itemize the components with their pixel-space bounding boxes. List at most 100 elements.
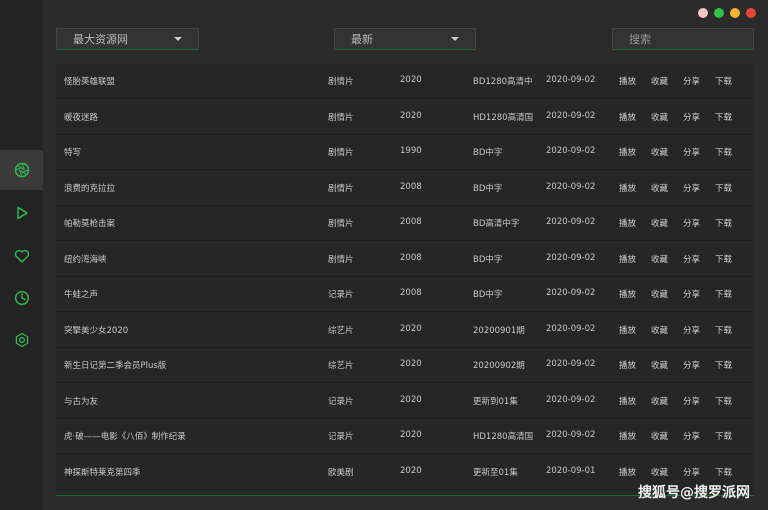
sidebar-item-favorites[interactable] — [0, 236, 43, 276]
download-button[interactable]: 下载 — [715, 253, 732, 265]
play-button[interactable]: 播放 — [619, 324, 636, 336]
favorite-button[interactable]: 收藏 — [651, 359, 668, 371]
table-row[interactable]: 暖夜迷路 剧情片 2020 HD1280高清国 2020-09-02 播放 收藏 分享 下载 — [56, 100, 754, 135]
window-dot-yellow[interactable] — [730, 8, 740, 18]
row-type: 剧情片 — [328, 77, 354, 87]
play-button[interactable]: 播放 — [619, 146, 636, 158]
download-button[interactable]: 下载 — [715, 75, 732, 87]
row-title: 特写 — [64, 148, 82, 158]
row-year: 2008 — [400, 181, 422, 192]
row-year: 2008 — [400, 217, 422, 227]
play-button[interactable]: 播放 — [619, 288, 636, 300]
play-button[interactable]: 播放 — [619, 111, 636, 123]
table-row[interactable]: 浪费的克拉拉 剧情片 2008 BD中字 2020-09-02 播放 收藏 分享 下载 — [56, 171, 754, 206]
sidebar-item-play[interactable] — [0, 193, 43, 233]
share-button[interactable]: 分享 — [683, 182, 700, 194]
table-row[interactable]: 新生日记第二季会员Plus版 综艺片 2020 20200902期 2020-09-02… — [56, 348, 754, 383]
download-button[interactable]: 下载 — [715, 182, 732, 194]
favorite-button[interactable]: 收藏 — [651, 430, 668, 442]
favorite-button[interactable]: 收藏 — [651, 395, 668, 407]
play-button[interactable]: 播放 — [619, 359, 636, 371]
sidebar-item-settings[interactable] — [0, 320, 43, 360]
share-button[interactable]: 分享 — [683, 466, 700, 478]
play-button[interactable]: 播放 — [619, 182, 636, 194]
share-button[interactable]: 分享 — [683, 111, 700, 123]
play-button[interactable]: 播放 — [619, 217, 636, 229]
favorite-button[interactable]: 收藏 — [651, 253, 668, 265]
row-title: 虎·破——电影《八佰》制作纪录 — [64, 432, 186, 442]
clock-icon — [14, 290, 29, 306]
row-quality: BD中字 — [473, 148, 503, 158]
row-date: 2020-09-02 — [546, 217, 596, 227]
row-title: 神探斯特莱克第四季 — [64, 467, 141, 478]
heart-icon — [14, 249, 29, 263]
gear-icon — [15, 332, 28, 348]
row-title: 与古为友 — [64, 396, 99, 407]
share-button[interactable]: 分享 — [683, 395, 700, 407]
table-row[interactable]: 怪胎英雄联盟 剧情片 2020 BD1280高清中 2020-09-02 播放 收藏 分享 下载 — [56, 64, 754, 99]
favorite-button[interactable]: 收藏 — [651, 182, 668, 194]
table-row[interactable]: 突撃美少女2020 综艺片 2020 20200901期 2020-09-02 播放 收藏 分… — [56, 313, 754, 348]
row-title: 新生日记第二季会员Plus版 — [64, 361, 167, 371]
table-row[interactable]: 特写 剧情片 1990 BD中字 2020-09-02 播放 收藏 分享 下载 — [56, 135, 754, 170]
window-dot-red[interactable] — [746, 8, 756, 18]
favorite-button[interactable]: 收藏 — [651, 217, 668, 229]
download-button[interactable]: 下载 — [715, 324, 732, 336]
row-year: 2020 — [400, 465, 422, 476]
download-button[interactable]: 下载 — [715, 430, 732, 442]
row-date: 2020-09-02 — [546, 430, 596, 440]
favorite-button[interactable]: 收藏 — [651, 288, 668, 300]
share-button[interactable]: 分享 — [683, 253, 700, 265]
source-select[interactable]: 最大资源网 — [56, 28, 199, 50]
row-year: 2020 — [400, 323, 422, 334]
sidebar-item-browse[interactable] — [0, 150, 43, 190]
row-year: 2020 — [400, 359, 422, 369]
download-button[interactable]: 下载 — [715, 466, 732, 478]
download-button[interactable]: 下载 — [715, 111, 732, 123]
download-button[interactable]: 下载 — [715, 288, 732, 300]
row-year: 2008 — [400, 252, 422, 263]
share-button[interactable]: 分享 — [683, 359, 700, 371]
favorite-button[interactable]: 收藏 — [651, 111, 668, 123]
table-row[interactable]: 与古为友 记录片 2020 更新到01集 2020-09-02 播放 收藏 分享 下载 — [56, 384, 754, 419]
favorite-button[interactable]: 收藏 — [651, 324, 668, 336]
search-input[interactable] — [612, 28, 754, 50]
sidebar-item-history[interactable] — [0, 278, 43, 318]
share-button[interactable]: 分享 — [683, 75, 700, 87]
row-quality: HD1280高清国 — [473, 432, 534, 442]
download-button[interactable]: 下载 — [715, 217, 732, 229]
favorite-button[interactable]: 收藏 — [651, 75, 668, 87]
download-button[interactable]: 下载 — [715, 146, 732, 158]
play-button[interactable]: 播放 — [619, 395, 636, 407]
play-button[interactable]: 播放 — [619, 466, 636, 478]
share-button[interactable]: 分享 — [683, 324, 700, 336]
row-quality: BD中字 — [473, 254, 503, 265]
share-button[interactable]: 分享 — [683, 430, 700, 442]
row-type: 剧情片 — [328, 148, 354, 158]
row-year: 1990 — [400, 146, 422, 156]
favorite-button[interactable]: 收藏 — [651, 466, 668, 478]
window-dot-pink[interactable] — [698, 8, 708, 18]
share-button[interactable]: 分享 — [683, 217, 700, 229]
table-row[interactable]: 帕勒莫枪击案 剧情片 2008 BD高清中字 2020-09-02 播放 收藏 分享 下载 — [56, 206, 754, 241]
table-row[interactable]: 牛蛙之声 记录片 2008 BD中字 2020-09-02 播放 收藏 分享 下载 — [56, 277, 754, 312]
play-button[interactable]: 播放 — [619, 430, 636, 442]
share-button[interactable]: 分享 — [683, 146, 700, 158]
play-button[interactable]: 播放 — [619, 253, 636, 265]
row-quality: HD1280高清国 — [473, 112, 534, 123]
row-quality: BD高清中字 — [473, 219, 520, 229]
play-button[interactable]: 播放 — [619, 75, 636, 87]
row-year: 2020 — [400, 75, 422, 85]
sort-select[interactable]: 最新 — [334, 28, 476, 50]
download-button[interactable]: 下载 — [715, 395, 732, 407]
row-title: 牛蛙之声 — [64, 290, 99, 300]
window-dot-green[interactable] — [714, 8, 724, 18]
table-row[interactable]: 虎·破——电影《八佰》制作纪录 记录片 2020 HD1280高清国 2020-09-0… — [56, 419, 754, 454]
row-title: 浪费的克拉拉 — [64, 183, 116, 194]
table-row[interactable]: 纽约湾海峡 剧情片 2008 BD中字 2020-09-02 播放 收藏 分享 下载 — [56, 242, 754, 277]
row-year: 2008 — [400, 288, 422, 298]
download-button[interactable]: 下载 — [715, 359, 732, 371]
share-button[interactable]: 分享 — [683, 288, 700, 300]
sort-select-value: 最新 — [351, 33, 373, 46]
favorite-button[interactable]: 收藏 — [651, 146, 668, 158]
